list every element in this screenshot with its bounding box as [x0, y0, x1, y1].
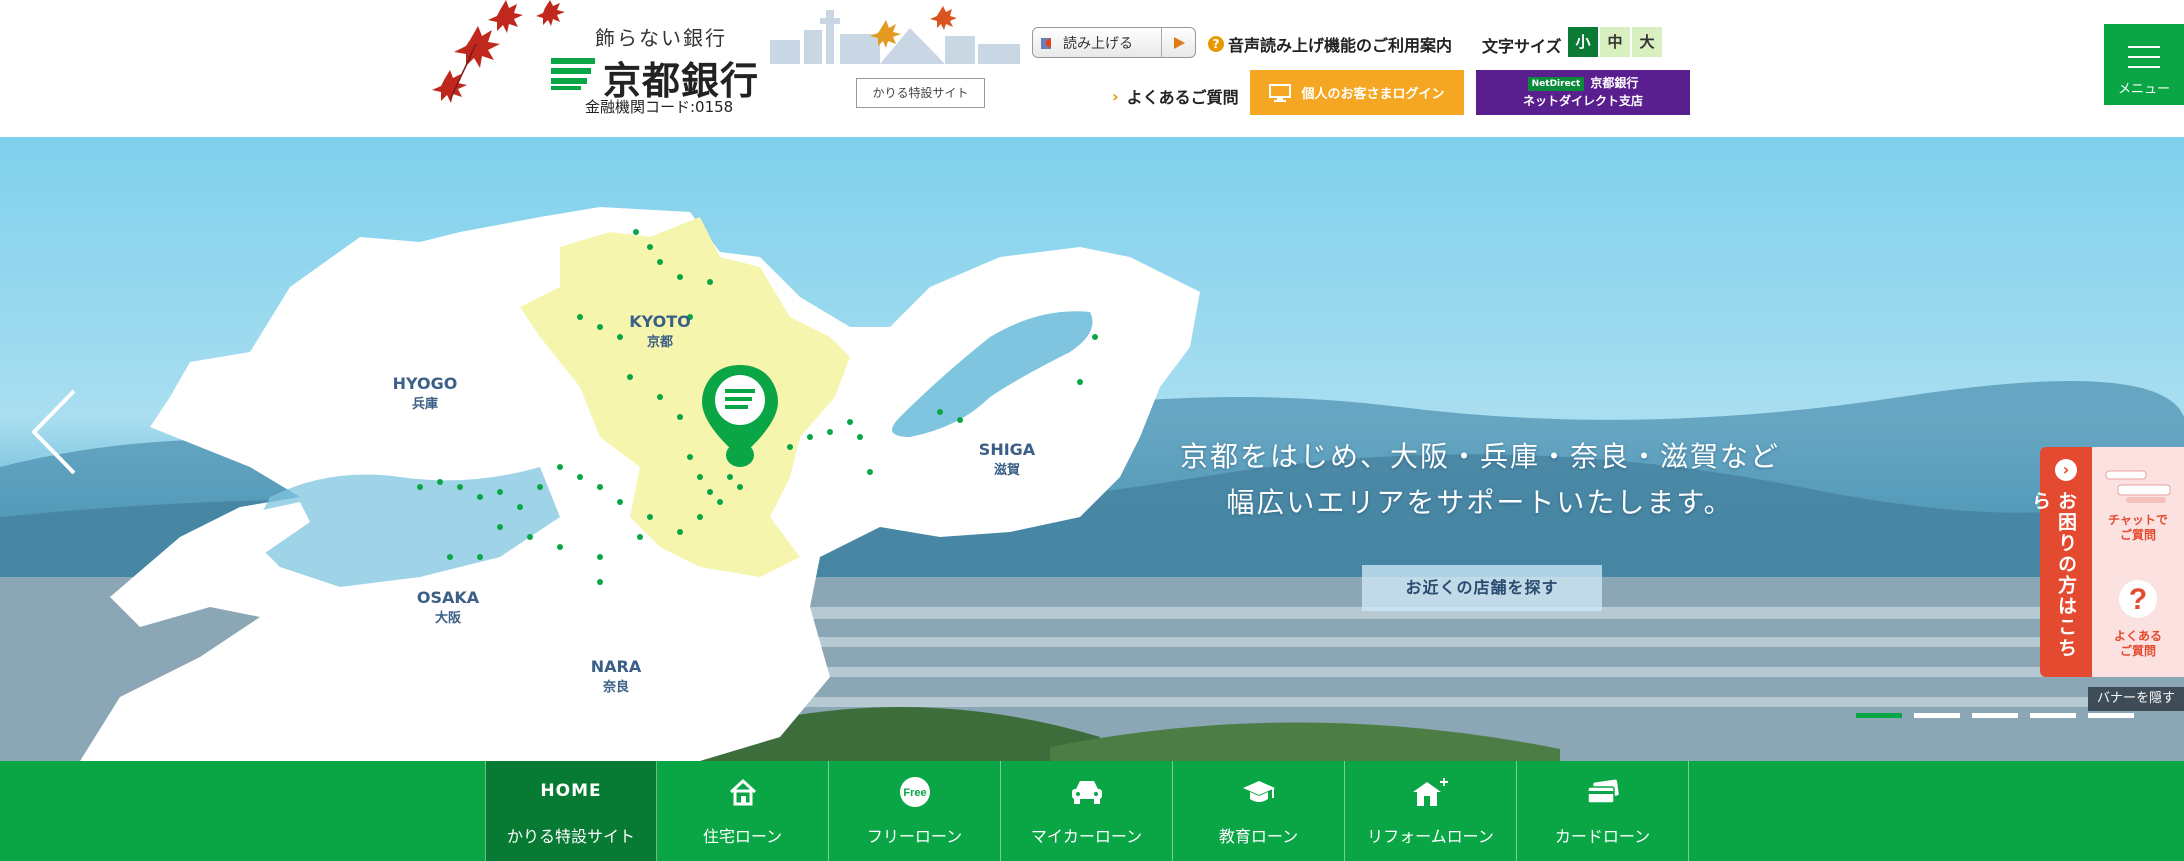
chevron-right-circle-icon: › — [2055, 459, 2077, 481]
hero-headline-line1: 京都をはじめ、大阪・兵庫・奈良・滋賀など — [1180, 440, 1781, 473]
question-icon: ? — [1208, 36, 1224, 52]
page-root: 飾らない銀行 京都銀行 金融機関コード:0158 かりる特設サイト 読み上げる … — [0, 0, 2184, 861]
netdirect-line1: 京都銀行 — [1590, 76, 1639, 90]
house-icon — [657, 775, 828, 809]
nav-item-label: カードローン — [1554, 827, 1651, 846]
nav-item-label: リフォームローン — [1367, 827, 1494, 846]
fontsize-medium-button[interactable]: 中 — [1600, 27, 1630, 57]
netdirect-logo: NetDirect — [1527, 76, 1585, 91]
slider-dot-5[interactable] — [2088, 713, 2134, 718]
nav-item-card-loan[interactable]: カードローン — [1517, 761, 1689, 861]
card-icon — [1517, 775, 1688, 809]
voice-guide-label: 音声読み上げ機能のご利用案内 — [1228, 36, 1453, 55]
slider-dot-2[interactable] — [1914, 713, 1960, 718]
chat-label[interactable]: チャットで ご質問 — [2092, 513, 2184, 543]
nav-item-reform-loan[interactable]: リフォームローン — [1345, 761, 1517, 861]
hero-slider: KYOTO 京都 HYOGO 兵庫 SHIGA 滋賀 OSAKA 大阪 NARA… — [0, 137, 2184, 761]
karir-site-link[interactable]: かりる特設サイト — [856, 78, 985, 108]
nav-item-home[interactable]: HOME かりる特設サイト — [485, 761, 657, 861]
region-hyogo-ja: 兵庫 — [411, 397, 438, 412]
region-shiga-ja: 滋賀 — [993, 463, 1020, 478]
fontsize-small-button[interactable]: 小 — [1568, 27, 1598, 57]
region-hyogo-en: HYOGO — [392, 374, 458, 393]
hero-map-image — [0, 137, 2184, 761]
slider-dot-3[interactable] — [1972, 713, 2018, 718]
hide-banner-button[interactable]: バナーを隠す — [2088, 687, 2184, 711]
bank-code: 金融機関コード:0158 — [585, 98, 734, 116]
car-icon — [1001, 775, 1172, 809]
help-tab[interactable]: › お困りの方はこちら — [2029, 447, 2092, 677]
slider-prev-arrow-icon[interactable] — [28, 387, 80, 477]
menu-label: メニュー — [2117, 82, 2170, 97]
house-plus-icon — [1345, 775, 1516, 809]
region-osaka-ja: 大阪 — [434, 611, 461, 626]
svg-text:?: ? — [2129, 583, 2147, 616]
nav-item-free-loan[interactable]: Free フリーローン — [829, 761, 1001, 861]
hamburger-icon — [2128, 46, 2160, 68]
login-button-label: 個人のお客さまログイン — [1301, 87, 1445, 102]
faq-label-line1: よくある — [2113, 629, 2162, 643]
chat-icon[interactable] — [2102, 467, 2174, 511]
menu-button[interactable]: メニュー — [2104, 24, 2184, 105]
nav-item-label: マイカーローン — [1030, 827, 1143, 846]
fontsize-label: 文字サイズ — [1482, 37, 1562, 56]
help-panel: チャットで ご質問 ? よくある ご質問 — [2092, 447, 2184, 677]
faq-banner-label[interactable]: よくある ご質問 — [2092, 629, 2184, 659]
slider-pagination — [1856, 713, 2134, 718]
nav-item-education-loan[interactable]: 教育ローン — [1173, 761, 1345, 861]
region-nara-en: NARA — [590, 657, 642, 676]
nav-item-label: 教育ローン — [1218, 827, 1299, 846]
voice-guide-link[interactable]: ? 音声読み上げ機能のご利用案内 — [1208, 32, 1452, 56]
site-header: 飾らない銀行 京都銀行 金融機関コード:0158 かりる特設サイト 読み上げる … — [0, 0, 2184, 137]
play-icon — [1161, 28, 1195, 57]
chevron-right-icon: › — [1112, 86, 1119, 106]
nav-item-car-loan[interactable]: マイカーローン — [1001, 761, 1173, 861]
region-label-shiga: SHIGA 滋賀 — [967, 440, 1047, 478]
read-aloud-label: 読み上げる — [1063, 35, 1133, 52]
find-store-button[interactable]: お近くの店舗を探す — [1362, 565, 1602, 611]
region-label-hyogo: HYOGO 兵庫 — [385, 374, 465, 412]
region-label-nara: NARA 奈良 — [576, 657, 656, 695]
chat-label-line2: ご質問 — [2119, 528, 2156, 542]
bank-mark-icon — [551, 58, 595, 90]
read-aloud-button[interactable]: 読み上げる — [1032, 27, 1196, 58]
hero-headline-line2: 幅広いエリアをサポートいたします。 — [1226, 486, 1734, 519]
logo-tagline: 飾らない銀行 — [595, 26, 727, 50]
computer-icon — [1269, 83, 1292, 102]
nav-item-label: かりる特設サイト — [506, 827, 635, 846]
nav-item-label: 住宅ローン — [702, 827, 783, 846]
bank-logo[interactable]: 飾らない銀行 京都銀行 金融機関コード:0158 — [545, 18, 765, 118]
personal-login-button[interactable]: 個人のお客さまログイン — [1250, 70, 1464, 115]
hero-headline: 京都をはじめ、大阪・兵庫・奈良・滋賀など 幅広いエリアをサポートいたします。 — [1180, 434, 1780, 526]
region-osaka-en: OSAKA — [416, 588, 480, 607]
kyoto-skyline-decoration — [770, 6, 1020, 64]
region-kyoto-en: KYOTO — [629, 312, 691, 331]
question-mark-icon[interactable]: ? — [2118, 579, 2158, 623]
loan-nav-bar: HOME かりる特設サイト 住宅ローン Free フリーローン マイカーローン — [0, 761, 2184, 861]
region-shiga-en: SHIGA — [978, 440, 1036, 459]
netdirect-line2: ネットダイレクト支店 — [1522, 94, 1643, 108]
help-tab-label: お困りの方はこちら — [2029, 491, 2077, 659]
region-kyoto-ja: 京都 — [646, 335, 673, 350]
faq-link[interactable]: › よくあるご質問 — [1112, 84, 1239, 108]
nav-home-text: HOME — [540, 781, 602, 801]
chat-label-line1: チャットで — [2108, 513, 2168, 527]
nav-item-label: フリーローン — [866, 827, 963, 846]
nav-item-housing-loan[interactable]: 住宅ローン — [657, 761, 829, 861]
fontsize-large-button[interactable]: 大 — [1632, 27, 1662, 57]
netdirect-branch-button[interactable]: NetDirect 京都銀行 ネットダイレクト支店 — [1476, 70, 1690, 115]
svg-text:Free: Free — [903, 787, 926, 799]
slider-dot-4[interactable] — [2030, 713, 2076, 718]
faq-link-label: よくあるご質問 — [1126, 88, 1239, 107]
graduation-cap-icon — [1173, 775, 1344, 809]
region-label-osaka: OSAKA 大阪 — [408, 588, 488, 626]
faq-label-line2: ご質問 — [2119, 644, 2156, 658]
speaker-icon — [1033, 28, 1061, 57]
free-icon: Free — [829, 775, 1000, 809]
region-nara-ja: 奈良 — [602, 680, 629, 695]
slider-dot-1[interactable] — [1856, 713, 1902, 718]
region-label-kyoto: KYOTO 京都 — [620, 312, 700, 350]
